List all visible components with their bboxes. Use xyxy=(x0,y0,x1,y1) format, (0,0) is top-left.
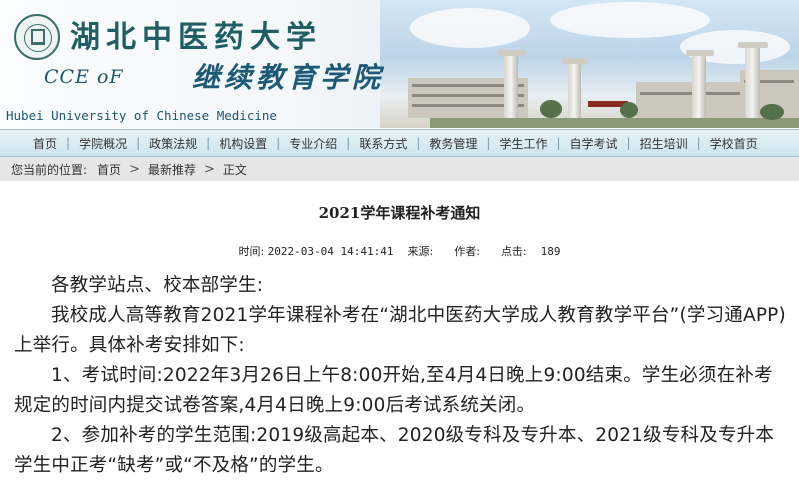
breadcrumb-latest-link[interactable]: 最新推荐 xyxy=(148,163,196,177)
nav-item-self-exam[interactable]: 自学考试 xyxy=(561,135,627,152)
meta-author-label: 作者: xyxy=(454,245,480,258)
cce-logo-text: CCE oF xyxy=(44,66,124,88)
article-paragraph: 我校成人高等教育2021学年课程补考在“湖北中医药大学成人教育教学平台”(学习通… xyxy=(14,305,786,356)
nav-item-about[interactable]: 学院概况 xyxy=(70,135,136,152)
nav-item-admissions[interactable]: 招生培训 xyxy=(631,135,697,152)
article-meta: 时间: 2022-03-04 14:41:41 来源: 作者: 点击: 189 xyxy=(0,243,799,259)
nav-item-contact[interactable]: 联系方式 xyxy=(350,135,416,152)
chevron-right-icon: > xyxy=(129,161,140,177)
nav-item-home[interactable]: 首页 xyxy=(0,135,66,152)
meta-clicks-value: 189 xyxy=(540,245,561,258)
breadcrumb-label: 您当前的位置: xyxy=(11,162,88,177)
nav-item-student-work[interactable]: 学生工作 xyxy=(490,135,556,152)
header-banner: 湖北中医药大学 CCE oF 继续教育学院 Hubei University o… xyxy=(0,0,799,128)
meta-time-label: 时间: xyxy=(238,245,265,258)
breadcrumb-home-link[interactable]: 首页 xyxy=(97,163,121,177)
college-name-cn: 继续教育学院 xyxy=(192,61,385,94)
breadcrumb: 您当前的位置: 首页 > 最新推荐 > 正文 xyxy=(0,157,799,181)
university-name-cn: 湖北中医药大学 xyxy=(70,20,322,55)
university-name-en: Hubei University of Chinese Medicine xyxy=(6,108,277,123)
nav-item-policies[interactable]: 政策法规 xyxy=(140,135,206,152)
article-title: 2021学年课程补考通知 xyxy=(318,204,481,222)
article-paragraph: 1、考试时间:2022年3月26日上午8:00开始,至4月4日晚上9:00结束。… xyxy=(14,365,773,416)
article-body: 各教学站点、校本部学生: 我校成人高等教育2021学年课程补考在“湖北中医药大学… xyxy=(14,271,790,481)
article-paragraph: 各教学站点、校本部学生: xyxy=(51,275,264,296)
meta-time-value: 2022-03-04 14:41:41 xyxy=(267,245,394,258)
meta-clicks-label: 点击: xyxy=(500,245,527,258)
nav-item-organization[interactable]: 机构设置 xyxy=(210,135,276,152)
nav-item-academic-affairs[interactable]: 教务管理 xyxy=(420,135,486,152)
breadcrumb-current: 正文 xyxy=(222,162,247,177)
nav-item-school-home[interactable]: 学校首页 xyxy=(701,135,767,152)
university-seal-icon xyxy=(14,14,60,60)
meta-source-label: 来源: xyxy=(407,245,434,258)
main-nav: 首页 | 学院概况 | 政策法规 | 机构设置 | 专业介绍 | 联系方式 | … xyxy=(0,129,799,157)
article-paragraph: 2、参加补考的学生范围:2019级高起本、2020级专科及专升本、2021级专科… xyxy=(14,425,775,476)
chevron-right-icon: > xyxy=(203,161,215,177)
nav-item-majors[interactable]: 专业介绍 xyxy=(280,135,346,152)
